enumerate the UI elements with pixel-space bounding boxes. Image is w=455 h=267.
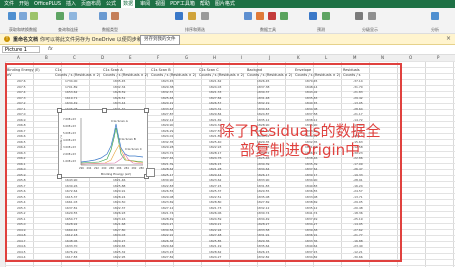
ribbon-group-sort-filter[interactable]: 排序和筛选 <box>170 9 220 33</box>
x-tick-label: 282 <box>132 166 137 170</box>
ribbon-tab[interactable]: 图片格式 <box>215 0 235 8</box>
data-validation-icon <box>280 12 288 20</box>
ribbon-tabs: 文件 开始 OfficePLUS 插入 页面布局 公式 数据 审阅 视图 PDF工具箱 帮助 图片格式 <box>0 0 455 8</box>
y-tick-label: 6.00E+03 <box>63 124 76 128</box>
ribbon-group-data-tools[interactable]: 数据工具 <box>240 9 296 33</box>
x-tick-label: 288 <box>109 166 114 170</box>
x-tick-label: 284 <box>124 166 129 170</box>
forecast-sheet-icon <box>322 12 330 20</box>
ribbon-tab[interactable]: 数据 <box>121 0 136 8</box>
ribbon-group-label: 分级显示 <box>362 27 378 32</box>
queries-connections-icon <box>69 12 77 20</box>
warning-bar: ! 重命名文档 你可以将此文件另存为 OneDrive 以便同步和共享文件。 另… <box>0 34 455 45</box>
x-axis-label: Binding Energy (eV) <box>101 172 131 176</box>
sort-icon <box>175 12 183 20</box>
chart-elements-button[interactable] <box>146 168 155 177</box>
name-box[interactable]: Picture 1 <box>2 46 40 53</box>
y-axis-label: Counts / s <box>59 135 63 150</box>
warning-icon: ! <box>4 36 10 42</box>
resize-handle[interactable] <box>144 108 149 113</box>
y-tick-label: 4.00E+03 <box>63 138 76 142</box>
ribbon-group-queries[interactable]: 查询和连接 <box>50 9 86 33</box>
refresh-all-icon <box>56 12 64 20</box>
ribbon-group-label: 数据类型 <box>102 27 118 32</box>
y-tick-label: 2.00E+03 <box>63 152 76 156</box>
close-icon[interactable]: × <box>446 35 451 42</box>
peak-label: C1s Scan C <box>125 147 142 151</box>
ribbon-tab[interactable]: 开始 <box>19 0 29 8</box>
warning-title: 重命名文档 <box>13 37 39 43</box>
group-icon <box>355 12 363 20</box>
from-text-icon <box>19 12 27 20</box>
ribbon-tab[interactable]: 插入 <box>66 0 76 8</box>
peak-label: C1s Scan B <box>119 137 136 141</box>
ribbon-tab[interactable]: 帮助 <box>200 0 210 8</box>
ribbon-data-tab: 获取和转换数据 查询和连接 数据类型 排序和筛选 数据工具 预测 分级显示 分析 <box>0 8 455 34</box>
geography-icon <box>111 12 119 20</box>
resize-handle[interactable] <box>57 174 62 179</box>
ribbon-group-outline[interactable]: 分级显示 <box>350 9 390 33</box>
get-data-icon <box>8 12 16 20</box>
ribbon-tab[interactable]: 页面布局 <box>81 0 101 8</box>
ribbon-group-label: 查询和连接 <box>58 27 78 32</box>
ribbon-group-label: 排序和筛选 <box>185 27 205 32</box>
stocks-icon <box>99 12 107 20</box>
y-tick-label: 5.00E+03 <box>63 131 76 135</box>
filter-icon <box>188 12 196 20</box>
ribbon-tab[interactable]: PDF工具箱 <box>170 0 195 8</box>
ribbon-tab[interactable]: 视图 <box>155 0 165 8</box>
resize-handle[interactable] <box>57 108 62 113</box>
formula-bar: Picture 1 fx <box>0 45 455 55</box>
what-if-icon <box>309 12 317 20</box>
data-analysis-icon <box>431 12 439 20</box>
embedded-chart[interactable]: 7.00E+03 6.00E+03 5.00E+03 4.00E+03 3.00E+03… <box>57 108 149 179</box>
ribbon-group-get-data[interactable]: 获取和转换数据 <box>4 9 42 33</box>
x-tick-label: 296 <box>79 166 84 170</box>
annotation-line-1: 除了Residuals的数据全 <box>219 122 381 140</box>
text-to-columns-icon <box>244 12 252 20</box>
ribbon-tab[interactable]: OfficePLUS <box>34 0 61 8</box>
y-tick-label: 7.00E+03 <box>63 117 76 121</box>
y-tick-label: 1.00E+03 <box>63 159 76 163</box>
y-tick-label: 3.00E+03 <box>63 145 76 149</box>
x-tick-label: 292 <box>94 166 99 170</box>
worksheet[interactable]: ABCDEFGHIJKLMNOP Binding Energy (E) eV C1s… <box>0 55 455 267</box>
ribbon-group-data-types[interactable]: 数据类型 <box>95 9 125 33</box>
x-tick-label: 280 <box>139 166 144 170</box>
flash-fill-icon <box>256 12 264 20</box>
x-tick-label: 294 <box>87 166 92 170</box>
annotation-line-2: 部复制进Origin中 <box>239 141 361 159</box>
ribbon-tab[interactable]: 审阅 <box>140 0 150 8</box>
remove-duplicates-icon <box>268 12 276 20</box>
advanced-filter-icon <box>201 12 209 20</box>
ribbon-group-forecast[interactable]: 预测 <box>305 9 337 33</box>
fx-icon[interactable]: fx <box>48 46 53 52</box>
ribbon-group-label: 获取和转换数据 <box>9 27 37 32</box>
peak-label: C1s Scan A <box>111 119 129 123</box>
save-to-onedrive-button[interactable]: 另存到我的文件 <box>140 35 180 45</box>
ribbon-group-label: 预测 <box>317 27 325 32</box>
ribbon-group-analyze[interactable]: 分析 <box>420 9 450 33</box>
x-tick-label: 290 <box>102 166 107 170</box>
ribbon-tab[interactable]: 文件 <box>4 0 14 8</box>
ribbon-group-label: 分析 <box>431 27 439 32</box>
from-web-icon <box>30 12 38 20</box>
series-envelope-line <box>80 123 144 163</box>
ribbon-group-label: 数据工具 <box>260 27 276 32</box>
chart-svg: 7.00E+03 6.00E+03 5.00E+03 4.00E+03 3.00E+03… <box>59 117 144 176</box>
resize-handle[interactable] <box>102 108 107 113</box>
x-tick-label: 286 <box>117 166 122 170</box>
ungroup-icon <box>368 12 376 20</box>
ribbon-tab[interactable]: 公式 <box>106 0 116 8</box>
